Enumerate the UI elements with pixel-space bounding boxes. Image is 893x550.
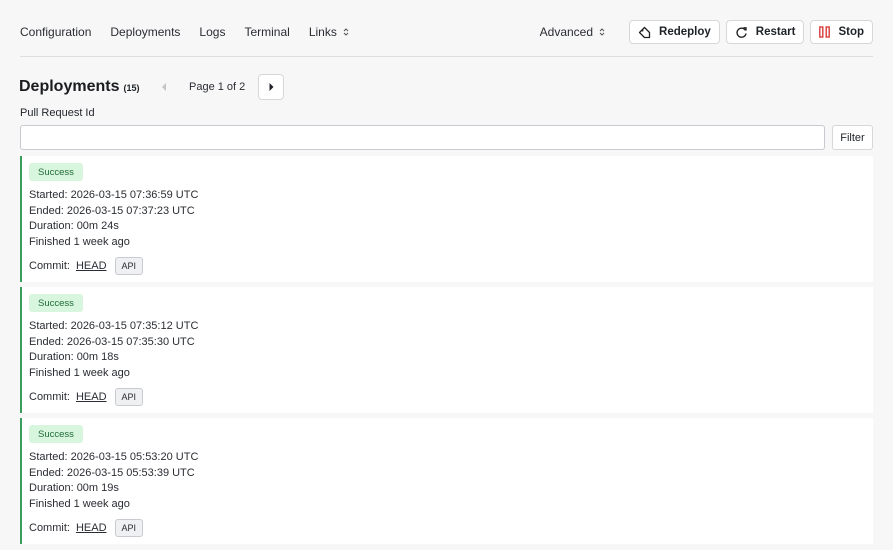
service-tag: API xyxy=(114,257,144,275)
caret-left-icon[interactable] xyxy=(159,74,169,100)
chevron-up-down-icon xyxy=(343,27,349,37)
commit-row: Commit: HEAD API xyxy=(29,519,144,537)
nav-deployments[interactable]: Deployments xyxy=(110,25,180,39)
commit-link[interactable]: HEAD xyxy=(76,522,107,534)
nav-configuration[interactable]: Configuration xyxy=(20,25,91,39)
pull-request-id-input[interactable] xyxy=(20,125,825,150)
started-time: Started: 2026-03-15 07:36:59 UTC xyxy=(29,189,199,201)
stop-label: Stop xyxy=(838,26,864,38)
page-indicator: Page 1 of 2 xyxy=(189,81,246,93)
page-title: Deployments (15) xyxy=(19,78,139,96)
commit-link[interactable]: HEAD xyxy=(76,391,107,403)
ended-time: Ended: 2026-03-15 07:35:30 UTC xyxy=(29,336,195,348)
redeploy-button[interactable]: Redeploy xyxy=(629,20,720,44)
duration: Duration: 00m 19s xyxy=(29,482,119,494)
status-badge: Success xyxy=(29,163,83,181)
nav-links-label: Links xyxy=(308,25,337,39)
ended-time: Ended: 2026-03-15 07:37:23 UTC xyxy=(29,205,195,217)
deployment-card: Success Started: 2026-03-15 05:53:20 UTC… xyxy=(20,418,873,544)
nav-terminal[interactable]: Terminal xyxy=(244,25,289,39)
nav-logs[interactable]: Logs xyxy=(199,25,225,39)
finished-relative: Finished 1 week ago xyxy=(29,498,130,510)
duration: Duration: 00m 18s xyxy=(29,351,119,363)
started-time: Started: 2026-03-15 05:53:20 UTC xyxy=(29,451,199,463)
status-badge: Success xyxy=(29,294,83,312)
page-title-text: Deployments xyxy=(19,78,120,95)
deployment-list: Success Started: 2026-03-15 07:36:59 UTC… xyxy=(20,156,873,549)
advanced-dropdown[interactable]: Advanced xyxy=(540,25,605,39)
pagination: Page 1 of 2 xyxy=(159,74,285,100)
service-tag: API xyxy=(114,388,144,406)
filter-label: Pull Request Id xyxy=(20,107,95,119)
commit-label: Commit: xyxy=(29,391,70,403)
stop-icon xyxy=(819,26,831,38)
duration: Duration: 00m 24s xyxy=(29,220,119,232)
restart-label: Restart xyxy=(755,26,796,38)
caret-right-icon xyxy=(269,78,274,96)
ended-time: Ended: 2026-03-15 05:53:39 UTC xyxy=(29,467,195,479)
commit-row: Commit: HEAD API xyxy=(29,388,144,406)
tag-icon xyxy=(638,26,651,39)
nav-tabs: Configuration Deployments Logs Terminal … xyxy=(20,18,368,46)
chevron-up-down-icon xyxy=(599,27,605,37)
filter-button[interactable]: Filter xyxy=(832,125,873,150)
nav-actions: Advanced Redeploy Restart Stop xyxy=(540,18,873,46)
finished-relative: Finished 1 week ago xyxy=(29,236,130,248)
finished-relative: Finished 1 week ago xyxy=(29,367,130,379)
top-navigation: Configuration Deployments Logs Terminal … xyxy=(20,18,873,57)
deployment-card: Success Started: 2026-03-15 07:35:12 UTC… xyxy=(20,287,873,413)
restart-button[interactable]: Restart xyxy=(725,20,805,44)
redeploy-label: Redeploy xyxy=(659,26,711,38)
status-badge: Success xyxy=(29,425,83,443)
refresh-icon xyxy=(735,26,748,39)
nav-links-dropdown[interactable]: Links xyxy=(309,25,349,39)
commit-row: Commit: HEAD API xyxy=(29,257,144,275)
deployment-count: (15) xyxy=(123,83,140,93)
commit-label: Commit: xyxy=(29,260,70,272)
service-tag: API xyxy=(114,519,144,537)
commit-label: Commit: xyxy=(29,522,70,534)
advanced-label: Advanced xyxy=(539,25,594,39)
next-page-button[interactable] xyxy=(258,74,285,100)
deployment-card: Success Started: 2026-03-15 07:36:59 UTC… xyxy=(20,156,873,282)
commit-link[interactable]: HEAD xyxy=(76,260,107,272)
stop-button[interactable]: Stop xyxy=(810,20,873,44)
started-time: Started: 2026-03-15 07:35:12 UTC xyxy=(29,320,199,332)
